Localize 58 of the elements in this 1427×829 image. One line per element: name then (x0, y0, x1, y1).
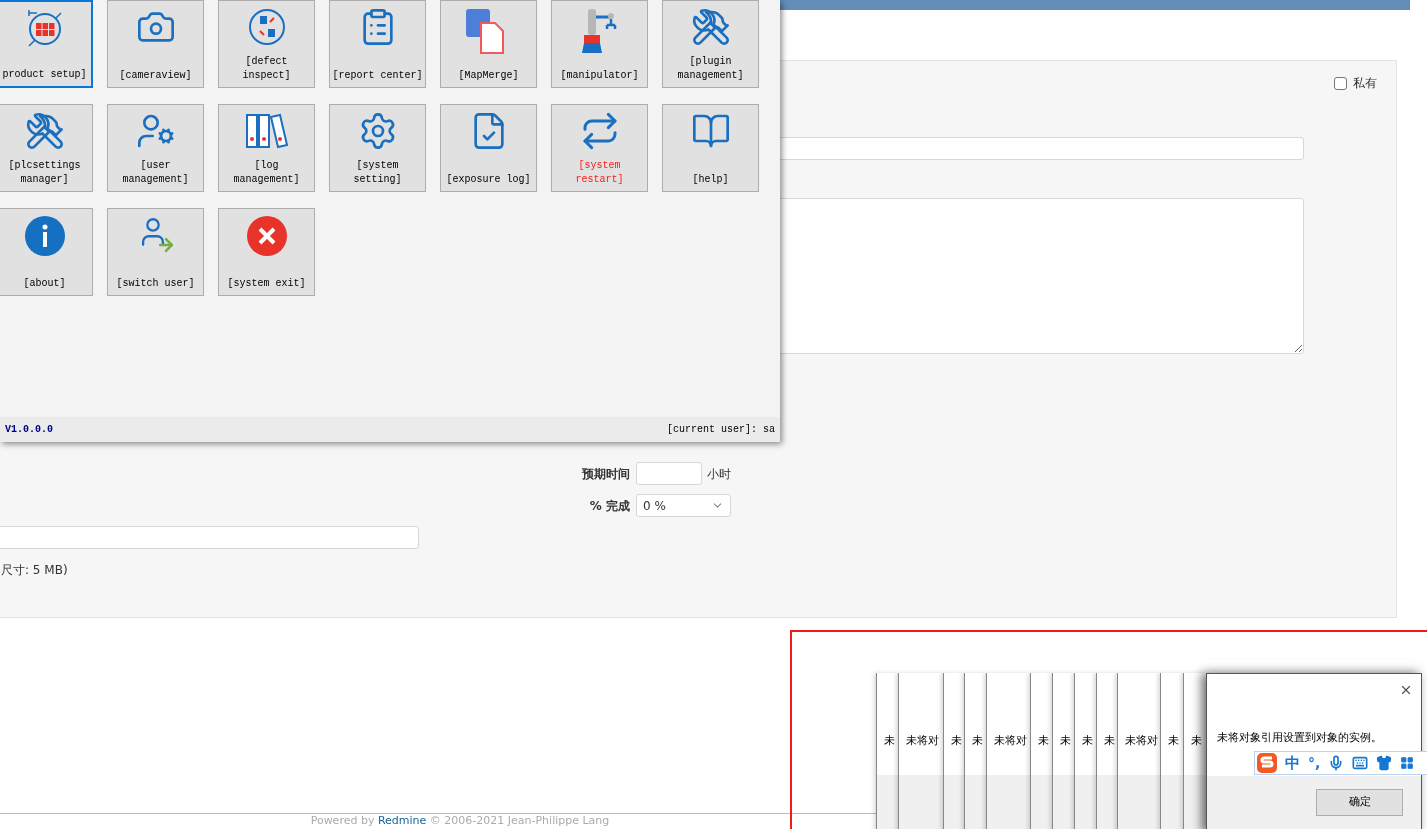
error-message: 未将对 (1125, 732, 1158, 749)
error-message: 未将对 (906, 732, 939, 749)
error-message: 未 (1060, 732, 1071, 749)
close-icon[interactable] (1399, 683, 1413, 697)
menu-tile[interactable]: [exposure log] (440, 104, 537, 192)
microphone-icon[interactable] (1328, 755, 1345, 771)
error-message: 未 (1038, 732, 1049, 749)
menu-tile[interactable]: [about] (0, 208, 93, 296)
menu-tile[interactable]: product setup] (0, 0, 93, 88)
ok-button[interactable]: 确定 (1316, 789, 1403, 816)
menu-tile[interactable]: [MapMerge] (440, 0, 537, 88)
dialog-footer (1053, 775, 1074, 829)
error-message: 未将对象引用设置到对象的实例。 (1217, 730, 1383, 746)
error-message: 未 (972, 732, 983, 749)
error-message: 未 (1191, 732, 1202, 749)
menu-tile[interactable]: [report center] (329, 0, 426, 88)
current-user-label: [current user]: sa (666, 423, 775, 437)
file-field[interactable] (0, 526, 419, 549)
private-checkbox[interactable] (1334, 76, 1347, 90)
error-message: 未 (1082, 732, 1093, 749)
dialog-footer (1075, 775, 1096, 829)
inspect-circle-icon (246, 7, 287, 47)
done-ratio-select[interactable]: 0 % (636, 494, 731, 517)
menu-tile[interactable]: [plcsettings manager] (0, 104, 93, 192)
error-message: 未 (884, 732, 895, 749)
menu-tile[interactable]: [user management] (107, 104, 204, 192)
info-icon (23, 215, 66, 257)
menu-tile[interactable]: [log management] (218, 104, 315, 192)
menu-tile[interactable]: [manipulator] (551, 0, 648, 88)
done-ratio-label: % 完成 (588, 497, 631, 515)
ime-mode[interactable]: 中 (1285, 751, 1300, 775)
menu-tile[interactable]: [plugin management] (662, 0, 759, 88)
hours-unit: 小时 (707, 465, 731, 483)
error-message: 未 (951, 732, 962, 749)
shirt-icon[interactable] (1376, 755, 1393, 771)
tools-icon (24, 111, 65, 151)
version-label: V1.0.0.0 (5, 423, 53, 437)
estimated-time-label: 预期时间 (581, 465, 631, 483)
error-message: 未将对 (994, 732, 1027, 749)
menu-tile[interactable]: [cameraview] (107, 0, 204, 88)
attachment-size-hint: 尺寸: 5 MB) (1, 562, 69, 579)
estimated-time-field[interactable] (636, 462, 702, 485)
grid-icon[interactable] (1400, 756, 1415, 770)
menu-tile[interactable]: [system setting] (329, 104, 426, 192)
redmine-link[interactable]: Redmine (377, 814, 427, 827)
binders-icon (244, 111, 289, 151)
menu-tile[interactable]: [switch user] (107, 208, 204, 296)
error-message: 未 (1168, 732, 1179, 749)
error-message: 未 (1104, 732, 1115, 749)
menu-tile[interactable]: [help] (662, 104, 759, 192)
exit-icon (245, 215, 288, 257)
private-label: 私有 (1353, 75, 1377, 92)
menu-tile[interactable]: [defect inspect] (218, 0, 315, 88)
footer-text: Powered by Redmine © 2006-2021 Jean-Philippe Lang (310, 814, 610, 827)
keyboard-icon[interactable] (1352, 755, 1369, 771)
menu-tile[interactable]: [system exit] (218, 208, 315, 296)
ime-punctuation[interactable]: °, (1308, 752, 1321, 774)
tools-icon (690, 7, 731, 47)
